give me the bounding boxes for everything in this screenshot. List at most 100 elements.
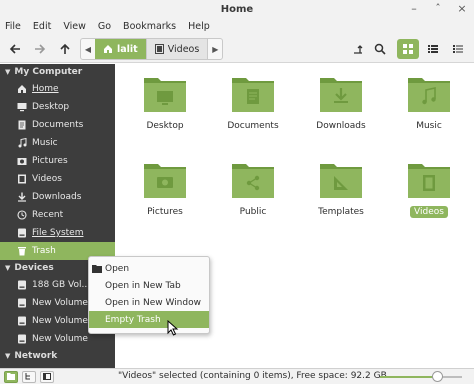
menu-go[interactable]: Go: [98, 21, 111, 32]
status-text: "Videos" selected (containing 0 items), …: [118, 371, 387, 381]
toggle-location-button[interactable]: [348, 39, 368, 59]
sidebar-item-videos[interactable]: Videos: [0, 170, 115, 188]
film-icon: [154, 44, 164, 54]
breadcrumb-videos[interactable]: Videos: [145, 39, 209, 59]
sidebar-item-label: New Volume: [32, 316, 88, 326]
sidebar-item-recent[interactable]: Recent: [0, 206, 115, 224]
sidebar-section-my-computer[interactable]: ▼ My Computer: [0, 64, 115, 80]
breadcrumb-videos-label: Videos: [167, 43, 200, 55]
sidebar-item-label: New Volume: [32, 334, 88, 344]
sidebar-item-file-system[interactable]: File System: [0, 224, 115, 242]
icon-view-button[interactable]: [397, 39, 419, 59]
title-bar: Home – ˆ ×: [0, 0, 474, 18]
sidebar-item-documents[interactable]: Documents: [0, 116, 115, 134]
file-item-pictures[interactable]: Pictures: [125, 160, 205, 218]
places-icon: [7, 373, 15, 380]
sidebar-item-pictures[interactable]: Pictures: [0, 152, 115, 170]
music-folder-icon: [408, 78, 450, 112]
sidebar-item-downloads[interactable]: Downloads: [0, 188, 115, 206]
menu-help[interactable]: Help: [188, 21, 210, 32]
home-icon: [104, 45, 112, 53]
menu-item-open[interactable]: Open: [89, 260, 209, 277]
search-button[interactable]: [370, 39, 390, 59]
file-label: Public: [239, 207, 267, 217]
sidebar-item-music[interactable]: Music: [0, 134, 115, 152]
sidebar-item-label: Pictures: [32, 156, 68, 166]
compact-list-icon: [453, 45, 463, 53]
documents-icon: [18, 120, 26, 130]
file-item-downloads[interactable]: Downloads: [301, 74, 381, 132]
pictures-icon: [17, 158, 27, 165]
breadcrumb-home[interactable]: lalit: [95, 39, 146, 59]
recent-icon: [17, 210, 27, 220]
zoom-slider[interactable]: [380, 371, 462, 382]
search-icon: [374, 43, 386, 55]
trash-icon: [18, 247, 26, 256]
drive-icon: [18, 228, 26, 238]
sidebar-item-desktop[interactable]: Desktop: [0, 98, 115, 116]
sidebar-item-home[interactable]: Home: [0, 80, 115, 98]
file-item-music[interactable]: Music: [389, 74, 469, 132]
menu-item-label: Open in New Tab: [105, 280, 181, 291]
menu-item-open-new-tab[interactable]: Open in New Tab: [89, 277, 209, 294]
close-icon[interactable]: ×: [456, 3, 468, 15]
desktop-folder-icon: [144, 78, 186, 112]
file-item-templates[interactable]: Templates: [301, 160, 381, 218]
up-button[interactable]: [55, 39, 75, 59]
location-toggle-icon: [354, 45, 363, 54]
arrow-up-icon: [60, 43, 70, 54]
forward-button[interactable]: [30, 39, 50, 59]
expand-triangle-icon: ▼: [5, 264, 11, 272]
maximize-icon[interactable]: ˆ: [432, 3, 444, 15]
file-label: Templates: [318, 207, 364, 217]
list-view-button[interactable]: [422, 39, 444, 59]
grid-icon: [403, 44, 413, 54]
downloads-folder-icon: [320, 78, 362, 112]
menu-view[interactable]: View: [63, 21, 86, 32]
sidebar-item-label: Recent: [32, 210, 64, 220]
mouse-cursor-icon: [167, 320, 179, 336]
back-button[interactable]: [5, 39, 25, 59]
arrow-right-icon: [35, 44, 46, 54]
file-item-public[interactable]: Public: [213, 160, 293, 218]
file-label: Downloads: [316, 121, 366, 131]
file-label: Desktop: [146, 121, 184, 131]
menu-bookmarks[interactable]: Bookmarks: [123, 21, 176, 32]
compact-view-button[interactable]: [447, 39, 469, 59]
tree-icon: [25, 373, 30, 380]
documents-folder-icon: [232, 78, 274, 112]
menu-bar: File Edit View Go Bookmarks Help: [0, 18, 474, 35]
sidebar-item-label: New Volume: [32, 298, 88, 308]
sidebar-item-label: Music: [32, 138, 58, 148]
menu-file[interactable]: File: [5, 21, 21, 32]
menu-edit[interactable]: Edit: [33, 21, 51, 32]
videos-folder-icon: [408, 164, 450, 198]
home-icon: [18, 85, 26, 93]
sidebar-item-label: File System: [32, 228, 84, 238]
window-title: Home: [220, 3, 254, 15]
show-places-button[interactable]: [4, 370, 18, 383]
public-folder-icon: [232, 164, 274, 198]
hide-sidebar-button[interactable]: [40, 370, 54, 383]
file-label: Music: [416, 121, 442, 131]
folder-icon: [92, 265, 102, 273]
show-treeview-button[interactable]: [22, 370, 36, 383]
drive-icon: [18, 280, 26, 290]
breadcrumb-right-arrow[interactable]: ▶: [208, 39, 222, 59]
breadcrumb-left-arrow[interactable]: ◀: [81, 39, 95, 59]
file-item-documents[interactable]: Documents: [213, 74, 293, 132]
sidebar-item-label: Trash: [32, 246, 56, 256]
menu-item-label: Open: [105, 263, 130, 274]
drive-icon: [18, 316, 26, 326]
menu-item-open-new-window[interactable]: Open in New Window: [89, 294, 209, 311]
downloads-icon: [18, 192, 26, 202]
pictures-folder-icon: [144, 164, 186, 198]
file-label: Videos: [410, 206, 448, 218]
sidebar-section-network[interactable]: ▼ Network: [0, 348, 115, 364]
zoom-slider-knob[interactable]: [432, 371, 443, 382]
minimize-icon[interactable]: –: [408, 3, 420, 15]
expand-triangle-icon: ▼: [5, 68, 11, 76]
file-item-desktop[interactable]: Desktop: [125, 74, 205, 132]
menu-item-empty-trash[interactable]: Empty Trash: [89, 311, 209, 328]
file-item-videos[interactable]: Videos: [389, 160, 469, 218]
